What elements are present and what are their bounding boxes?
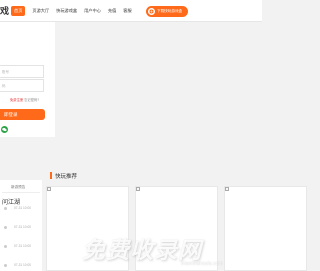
login-links: 免费注册 忘记密码?: [10, 97, 39, 102]
nav-customer-service[interactable]: 客服: [123, 6, 131, 16]
list-item[interactable]: 07-31 10:00: [4, 244, 34, 249]
site-logo[interactable]: 戏: [0, 4, 9, 17]
broken-image-icon: [225, 187, 229, 191]
list-divider: [2, 192, 40, 193]
top-nav-bar: 戏 首页 页游大厅 快玩游戏盒 用户中心 充值 客服 下载快玩游戏盒: [0, 0, 262, 22]
nav-game-hall[interactable]: 页游大厅: [32, 6, 49, 16]
register-link[interactable]: 免费注册: [10, 98, 23, 102]
password-placeholder: 码: [2, 84, 6, 88]
wechat-icon[interactable]: [1, 126, 8, 133]
username-input[interactable]: 账号: [0, 65, 44, 78]
password-input[interactable]: 码: [0, 79, 44, 92]
bullet-icon: [4, 245, 7, 248]
list-title: 新游预告: [11, 185, 26, 189]
list-item[interactable]: 07-31 10:00: [4, 263, 34, 268]
nav-game-box[interactable]: 快玩游戏盒: [56, 6, 77, 16]
bullet-icon: [4, 264, 7, 267]
recommend-section-title: 快玩推荐: [55, 174, 78, 180]
broken-image-icon: [47, 187, 51, 191]
nav-recharge[interactable]: 充值: [108, 6, 116, 16]
download-button-label: 下载快玩游戏盒: [157, 9, 183, 13]
login-button-label: 即登录: [4, 112, 18, 117]
download-game-box-button[interactable]: 下载快玩游戏盒: [146, 6, 188, 17]
bullet-icon: [4, 226, 7, 229]
download-app-icon: [148, 8, 155, 15]
new-games-panel: 新游预告 问江湖 07-31 10:00 07-31 10:00 07-31 1…: [0, 180, 42, 271]
nav-user-center[interactable]: 用户中心: [84, 6, 101, 16]
list-headline[interactable]: 问江湖: [2, 197, 20, 206]
watermark-domain: mianfeishoulu.com: [181, 261, 223, 267]
username-placeholder: 账号: [2, 70, 9, 74]
list-item[interactable]: 07-31 10:00: [4, 225, 34, 230]
section-accent-bar: [50, 172, 52, 179]
login-button[interactable]: 即登录: [0, 109, 45, 120]
nav-home[interactable]: 首页: [11, 6, 26, 16]
bullet-icon: [4, 207, 7, 210]
list-item[interactable]: 07-31 10:00: [4, 206, 34, 211]
login-panel: 账号 码 免费注册 忘记密码? 即登录: [0, 22, 55, 137]
watermark-text: 免费收录网: [82, 237, 202, 263]
recommend-card[interactable]: [224, 186, 307, 271]
forgot-password-link[interactable]: 忘记密码?: [24, 98, 39, 102]
main-nav: 首页 页游大厅 快玩游戏盒 用户中心 充值 客服: [11, 6, 139, 16]
broken-image-icon: [136, 187, 140, 191]
